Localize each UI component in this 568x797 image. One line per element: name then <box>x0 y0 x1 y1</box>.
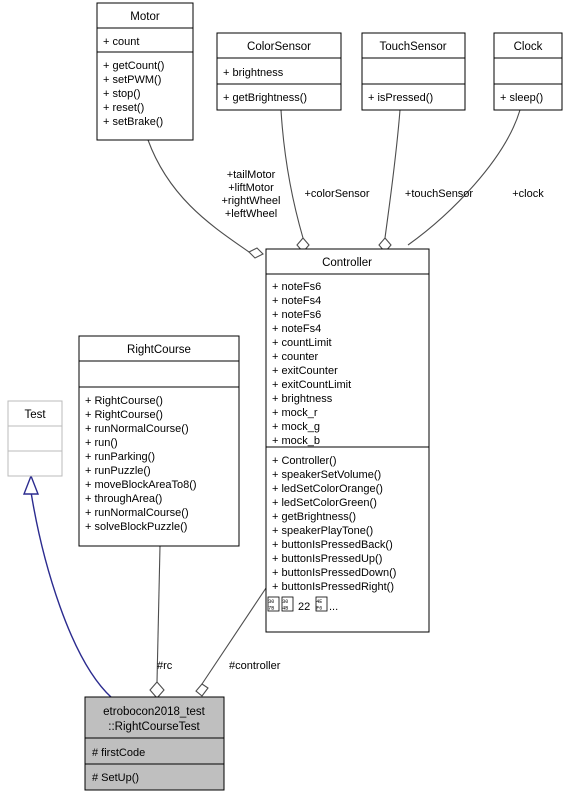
controller-op-4: + getBrightness() <box>272 511 356 523</box>
class-box-colorsensor[interactable]: ColorSensor + brightness + getBrightness… <box>216 32 342 111</box>
controller-op-1: + speakerSetVolume() <box>272 469 381 481</box>
colorsensor-attr-0: + brightness <box>223 67 284 79</box>
controller-op-3: + ledSetColorGreen() <box>272 497 377 509</box>
class-name-clock: Clock <box>514 41 543 53</box>
class-box-test[interactable]: Test <box>7 400 63 477</box>
rightcourse-op-0: + RightCourse() <box>85 395 163 407</box>
controller-op-8: + buttonIsPressedDown() <box>272 567 396 579</box>
class-name-controller: Controller <box>322 257 372 269</box>
rightcourse-op-1: + RightCourse() <box>85 409 163 421</box>
edge-label-motor-1: +liftMotor <box>228 182 274 194</box>
edge-colorsensor-controller <box>280 109 304 239</box>
class-name-colorsensor: ColorSensor <box>247 41 311 53</box>
controller-attr-9: + mock_r <box>272 407 318 419</box>
class-box-controller[interactable]: Controller + noteFs6 + noteFs4 + noteFs6… <box>265 248 430 633</box>
motor-attr-0: + count <box>103 36 139 48</box>
class-box-motor[interactable]: Motor + count + getCount() + setPWM() + … <box>96 2 194 141</box>
tofu-3-lo: F6 <box>316 606 322 612</box>
edge-touchsensor-controller <box>384 109 401 239</box>
rightcourse-op-7: + throughArea() <box>85 493 162 505</box>
class-name-touchsensor: TouchSensor <box>379 41 446 53</box>
rightcourse-op-9: + solveBlockPuzzle() <box>85 521 187 533</box>
edge-motor-diamond <box>248 247 264 259</box>
class-box-rightcoursetest[interactable]: etrobocon2018_test ::RightCourseTest # f… <box>84 696 225 791</box>
class-name-motor: Motor <box>130 11 160 23</box>
controller-op-2: + ledSetColorOrange() <box>272 483 383 495</box>
controller-attr-6: + exitCounter <box>272 365 338 377</box>
motor-op-1: + setPWM() <box>103 74 161 86</box>
tofu-3-hi: 4E <box>316 599 322 605</box>
class-name-test: Test <box>24 409 46 421</box>
motor-op-0: + getCount() <box>103 60 164 72</box>
rightcourse-op-5: + runPuzzle() <box>85 465 151 477</box>
controller-attr-10: + mock_g <box>272 421 320 433</box>
colorsensor-op-0: + getBrightness() <box>223 92 307 104</box>
controller-overflow-count: 22 <box>298 601 310 613</box>
edge-label-colorsensor: +colorSensor <box>304 188 369 200</box>
clock-op-0: + sleep() <box>500 92 543 104</box>
controller-attr-8: + brightness <box>272 393 333 405</box>
inheritance-arrow-head <box>22 474 40 495</box>
class-box-touchsensor[interactable]: TouchSensor + isPressed() <box>361 32 466 111</box>
motor-op-3: + reset() <box>103 102 144 114</box>
controller-attr-11: + mock_b <box>272 435 320 447</box>
edge-label-clock: +clock <box>512 188 544 200</box>
edge-label-rc: #rc <box>157 660 173 672</box>
class-name-rightcoursetest-line2: ::RightCourseTest <box>108 721 200 733</box>
tofu-1-hi: 30 <box>268 599 274 605</box>
rightcourse-op-6: + moveBlockAreaTo8() <box>85 479 197 491</box>
edge-clock-controller <box>407 109 521 246</box>
touchsensor-op-0: + isPressed() <box>368 92 433 104</box>
controller-attr-4: + countLimit <box>272 337 332 349</box>
rightcourse-op-2: + runNormalCourse() <box>85 423 189 435</box>
rightcourse-op-4: + runParking() <box>85 451 155 463</box>
class-box-rightcourse[interactable]: RightCourse + RightCourse() + RightCours… <box>78 335 240 547</box>
controller-op-6: + buttonIsPressedBack() <box>272 539 393 551</box>
edge-label-motor-0: +tailMotor <box>227 169 276 181</box>
controller-op-5: + speakerPlayTone() <box>272 525 373 537</box>
rightcourse-op-8: + runNormalCourse() <box>85 507 189 519</box>
edge-label-controller: #controller <box>229 660 281 672</box>
controller-overflow-ellipsis: ... <box>329 601 338 613</box>
tofu-2-lo: 4B <box>282 606 288 612</box>
controller-attr-0: + noteFs6 <box>272 281 321 293</box>
edge-controller-diamond <box>195 683 209 697</box>
controller-op-0: + Controller() <box>272 455 337 467</box>
controller-attr-2: + noteFs6 <box>272 309 321 321</box>
controller-attr-7: + exitCountLimit <box>272 379 351 391</box>
controller-attr-1: + noteFs4 <box>272 295 321 307</box>
motor-op-2: + stop() <box>103 88 141 100</box>
motor-op-4: + setBrake() <box>103 116 163 128</box>
edge-rc-diamond <box>149 681 165 699</box>
rightcoursetest-op-0: # SetUp() <box>92 772 139 784</box>
controller-attr-5: + counter <box>272 351 319 363</box>
controller-op-9: + buttonIsPressedRight() <box>272 581 394 593</box>
edge-label-motor-2: +rightWheel <box>221 195 280 207</box>
edge-label-touchsensor: +touchSensor <box>405 188 474 200</box>
rightcoursetest-attr-0: # firstCode <box>92 747 145 759</box>
class-box-clock[interactable]: Clock + sleep() <box>493 32 563 111</box>
controller-op-7: + buttonIsPressedUp() <box>272 553 382 565</box>
class-name-rightcoursetest-line1: etrobocon2018_test <box>103 706 205 718</box>
uml-class-diagram: +tailMotor +liftMotor +rightWheel +leftW… <box>0 0 568 797</box>
edge-label-motor-3: +leftWheel <box>225 208 277 220</box>
tofu-1-lo: 7B <box>268 606 274 612</box>
controller-attr-3: + noteFs4 <box>272 323 321 335</box>
class-name-rightcourse: RightCourse <box>127 344 191 356</box>
rightcourse-op-3: + run() <box>85 437 118 449</box>
tofu-2-hi: 30 <box>282 599 288 605</box>
